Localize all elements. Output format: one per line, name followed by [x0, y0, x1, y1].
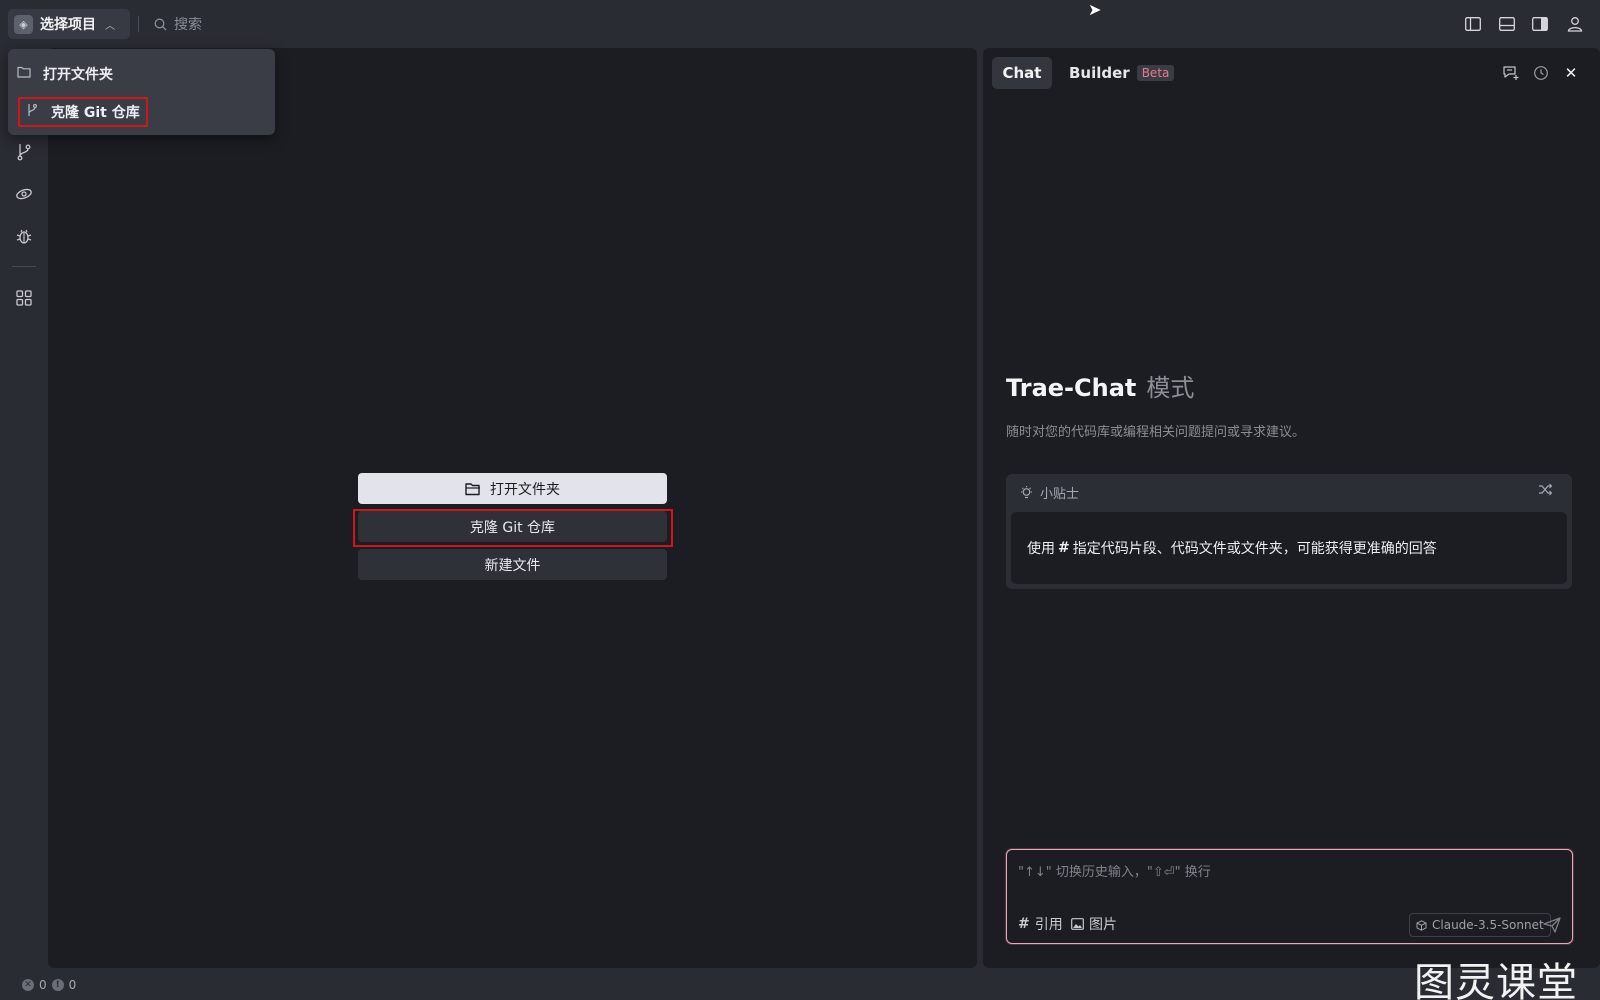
- tip-content: 指定代码片段、代码文件或文件夹，可能获得更准确的回答: [1072, 541, 1437, 557]
- clone-button-highlight: [353, 509, 673, 547]
- open-folder-button[interactable]: 打开文件夹: [358, 473, 667, 504]
- dropdown-item-open-folder[interactable]: 打开文件夹: [16, 61, 113, 87]
- warning-icon: !: [51, 979, 64, 991]
- new-file-label: 新建文件: [484, 557, 541, 574]
- tip-prefix: 使用: [1027, 541, 1055, 557]
- error-count: 0: [39, 978, 47, 992]
- send-icon[interactable]: [1540, 913, 1564, 937]
- editor-area: [48, 48, 977, 968]
- chat-description: 随时对您的代码库或编程相关问题提问或寻求建议。: [1006, 425, 1306, 440]
- reference-button[interactable]: # 引用: [1018, 914, 1063, 934]
- source-control-icon[interactable]: [12, 140, 36, 164]
- new-file-button[interactable]: 新建文件: [358, 549, 667, 580]
- dropdown-open-folder-label: 打开文件夹: [43, 67, 113, 83]
- search-input[interactable]: 搜索: [154, 12, 202, 36]
- chevron-up-icon: ︿: [105, 20, 115, 32]
- top-bar: [0, 0, 1600, 48]
- dropdown-item-clone-git-repo[interactable]: 克隆 Git 仓库: [18, 97, 148, 127]
- chat-title-main: Trae-Chat: [1006, 374, 1137, 402]
- chat-input-placeholder: "↑↓" 切换历史输入，"⇧⏎" 换行: [1018, 865, 1211, 880]
- history-icon[interactable]: [1531, 63, 1551, 83]
- reference-label: 引用: [1034, 917, 1063, 933]
- tip-hash-symbol: #: [1058, 540, 1070, 556]
- tip-text: 使用 # 指定代码片段、代码文件或文件夹，可能获得更准确的回答: [1011, 512, 1567, 584]
- image-button[interactable]: 图片: [1071, 914, 1117, 934]
- activity-divider: [12, 266, 36, 267]
- model-selector[interactable]: Claude-3.5-Sonnet: [1409, 913, 1551, 937]
- hash-icon: #: [1018, 916, 1030, 932]
- problems-status[interactable]: ✕ 0 ! 0: [22, 978, 76, 992]
- mouse-cursor-icon: ➤: [1088, 0, 1102, 19]
- search-placeholder: 搜索: [174, 17, 202, 33]
- new-chat-icon[interactable]: [1500, 63, 1520, 83]
- lightbulb-icon: [1021, 486, 1032, 499]
- image-label: 图片: [1089, 917, 1117, 933]
- toggle-bottom-panel-icon[interactable]: [1497, 14, 1517, 34]
- error-icon: ✕: [22, 979, 34, 991]
- model-name: Claude-3.5-Sonnet: [1432, 918, 1544, 932]
- warning-count: 0: [68, 978, 77, 992]
- shuffle-icon[interactable]: [1538, 483, 1553, 500]
- open-folder-label: 打开文件夹: [490, 481, 560, 498]
- remote-explorer-icon[interactable]: [12, 182, 36, 206]
- dropdown-clone-label: 克隆 Git 仓库: [51, 105, 140, 121]
- folder-icon: [465, 482, 480, 495]
- search-icon: [154, 18, 167, 30]
- toggle-left-sidebar-icon[interactable]: [1463, 14, 1483, 34]
- select-project-button[interactable]: ◈ 选择项目 ︿: [8, 9, 130, 39]
- beta-badge: Beta: [1136, 65, 1175, 81]
- close-icon[interactable]: ✕: [1561, 63, 1581, 83]
- tab-builder[interactable]: Builder Beta: [1069, 57, 1175, 89]
- debug-bug-icon[interactable]: [12, 224, 36, 248]
- folder-icon: [16, 66, 32, 82]
- tab-builder-label: Builder: [1069, 64, 1130, 82]
- git-branch-icon: [24, 103, 40, 121]
- select-project-label: 选择项目: [40, 17, 96, 33]
- image-icon: [1071, 918, 1084, 930]
- tab-chat[interactable]: Chat: [992, 57, 1052, 89]
- chat-mode-title: Trae-Chat 模式: [1006, 368, 1194, 403]
- status-bar: [0, 972, 1600, 1000]
- chat-title-mode: 模式: [1146, 374, 1195, 402]
- tips-header: 小贴士: [1019, 483, 1079, 502]
- toggle-right-panel-icon[interactable]: [1530, 14, 1550, 34]
- account-icon[interactable]: [1565, 14, 1585, 34]
- topbar-divider: [138, 16, 139, 32]
- extensions-grid-icon[interactable]: [12, 286, 36, 310]
- tips-header-label: 小贴士: [1040, 487, 1080, 502]
- project-logo-icon: ◈: [14, 14, 33, 34]
- watermark: 图灵课堂: [1414, 960, 1578, 1000]
- cube-icon: [1416, 919, 1427, 931]
